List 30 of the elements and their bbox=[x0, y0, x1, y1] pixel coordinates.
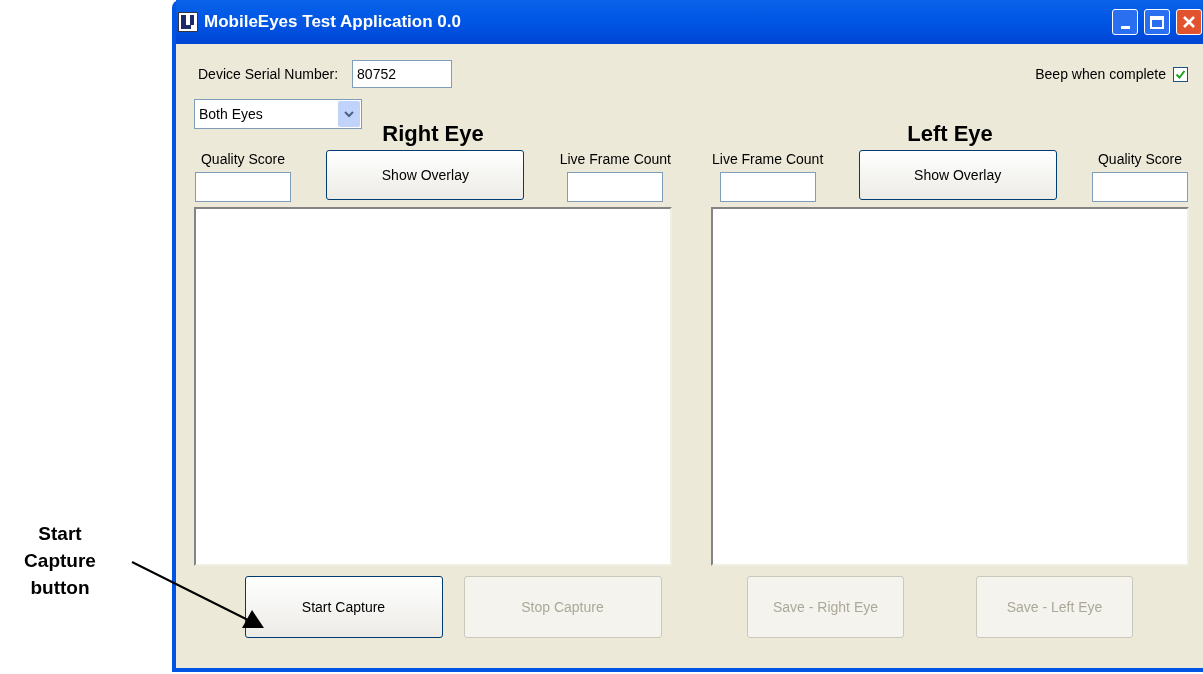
eye-dropdown[interactable]: Both Eyes bbox=[194, 99, 362, 129]
maximize-icon bbox=[1150, 15, 1164, 29]
field-label: Live Frame Count bbox=[559, 150, 671, 169]
input-field[interactable] bbox=[1092, 172, 1188, 202]
input-field[interactable] bbox=[567, 172, 664, 202]
minimize-button[interactable] bbox=[1112, 9, 1138, 35]
push-button[interactable]: Start Capture bbox=[244, 576, 443, 638]
serial-number-field[interactable]: 80752 bbox=[352, 60, 453, 88]
panel-heading: Left Eye bbox=[907, 119, 993, 148]
annotation-label: Start Capture button bbox=[23, 522, 97, 600]
minimize-icon bbox=[1120, 26, 1130, 29]
close-button[interactable] bbox=[1176, 9, 1202, 35]
app-icon bbox=[178, 12, 198, 32]
close-icon bbox=[1182, 15, 1196, 29]
maximize-button[interactable] bbox=[1144, 9, 1170, 35]
checkbox-label: Beep when complete bbox=[1035, 64, 1166, 84]
input-field[interactable] bbox=[719, 172, 816, 202]
field-label: Live Frame Count bbox=[712, 150, 824, 169]
field-label: Quality Score bbox=[1097, 150, 1182, 169]
dropdown-value: Both Eyes bbox=[199, 104, 263, 124]
push-button[interactable]: Show Overlay bbox=[326, 150, 525, 200]
chevron-down-icon bbox=[344, 110, 354, 118]
check-icon bbox=[1175, 68, 1186, 80]
field-label: Device Serial Number: bbox=[198, 64, 339, 84]
window-title: MobileEyes Test Application 0.0 bbox=[204, 11, 461, 34]
checkbox[interactable] bbox=[1173, 66, 1188, 82]
push-button[interactable]: Show Overlay bbox=[858, 150, 1057, 200]
input-field[interactable] bbox=[195, 172, 291, 202]
field-label: Quality Score bbox=[200, 150, 285, 169]
panel-heading: Right Eye bbox=[382, 119, 484, 148]
